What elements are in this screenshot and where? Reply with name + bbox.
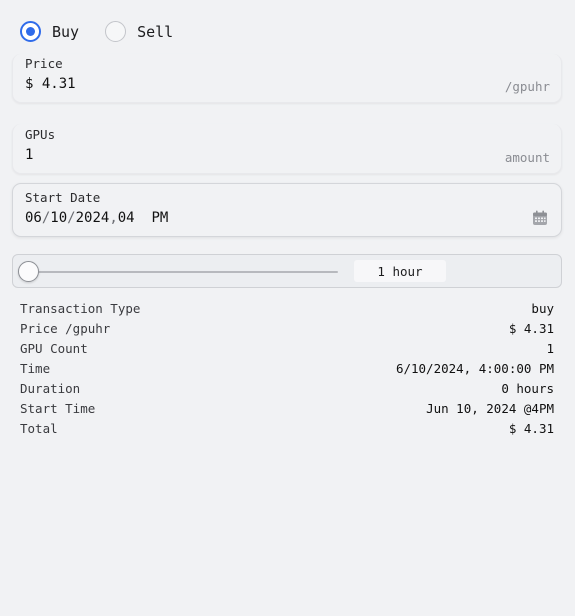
sell-radio-option[interactable]: Sell — [105, 21, 173, 42]
summary-value: $ 4.31 — [508, 320, 554, 336]
summary-value: $ 4.31 — [508, 420, 554, 436]
date-year-segment[interactable]: 2024 — [76, 210, 110, 226]
date-separator: / — [67, 210, 76, 226]
radio-selected-dot — [26, 27, 35, 36]
summary-label: Transaction Type — [20, 300, 141, 316]
summary-row-price: Price /gpuhr $ 4.31 — [20, 318, 554, 338]
sell-radio-label[interactable]: Sell — [137, 23, 173, 41]
summary-value: Jun 10, 2024 @4PM — [426, 400, 554, 416]
price-label: Price — [25, 56, 63, 71]
buy-radio-button[interactable] — [20, 21, 41, 42]
price-input[interactable]: $ 4.31 — [25, 76, 76, 92]
date-day-segment[interactable]: 10 — [50, 210, 67, 226]
summary-value: 6/10/2024, 4:00:00 PM — [395, 360, 554, 376]
start-date-label: Start Date — [25, 190, 101, 205]
summary-value: 0 hours — [501, 380, 554, 396]
price-unit: /gpuhr — [504, 79, 550, 94]
duration-value-badge: 1 hour — [354, 260, 446, 282]
summary-row-gpu-count: GPU Count 1 — [20, 338, 554, 358]
date-separator: , — [109, 210, 118, 226]
summary-row-time: Time 6/10/2024, 4:00:00 PM — [20, 358, 554, 378]
calendar-icon[interactable] — [532, 210, 548, 226]
summary-row-total: Total $ 4.31 — [20, 418, 554, 438]
summary-label: GPU Count — [20, 340, 88, 356]
summary-row-duration: Duration 0 hours — [20, 378, 554, 398]
start-date-input[interactable]: 06/10/2024,04 PM — [25, 210, 168, 226]
sell-radio-button[interactable] — [105, 21, 127, 42]
date-ampm-segment[interactable]: PM — [151, 210, 168, 226]
summary-label: Time — [20, 360, 51, 376]
buy-radio-label[interactable]: Buy — [52, 23, 79, 41]
order-form: Buy Sell Price $ 4.31 /gpuhr GPUs 1 amou… — [0, 0, 575, 616]
slider-track[interactable] — [28, 271, 338, 273]
duration-slider[interactable]: 1 hour — [12, 254, 562, 288]
gpus-input[interactable]: 1 — [25, 147, 33, 163]
summary-label: Duration — [20, 380, 81, 396]
buy-radio-option[interactable]: Buy — [20, 21, 79, 42]
start-date-field[interactable]: Start Date 06/10/2024,04 PM — [12, 183, 562, 237]
gpus-label: GPUs — [25, 127, 56, 142]
summary-value: buy — [531, 300, 554, 316]
price-field[interactable]: Price $ 4.31 /gpuhr — [12, 54, 562, 103]
summary-label: Start Time — [20, 400, 96, 416]
trade-type-radio-group: Buy Sell — [20, 21, 173, 42]
summary-value: 1 — [546, 340, 554, 356]
gpus-unit: amount — [504, 150, 550, 165]
order-summary: Transaction Type buy Price /gpuhr $ 4.31… — [20, 298, 554, 438]
summary-row-transaction-type: Transaction Type buy — [20, 298, 554, 318]
summary-label: Price /gpuhr — [20, 320, 111, 336]
summary-row-start-time: Start Time Jun 10, 2024 @4PM — [20, 398, 554, 418]
date-hour-segment[interactable]: 04 — [118, 210, 135, 226]
slider-thumb[interactable] — [18, 261, 39, 282]
gpus-field[interactable]: GPUs 1 amount — [12, 124, 562, 174]
summary-label: Total — [20, 420, 58, 436]
date-month-segment[interactable]: 06 — [25, 210, 42, 226]
